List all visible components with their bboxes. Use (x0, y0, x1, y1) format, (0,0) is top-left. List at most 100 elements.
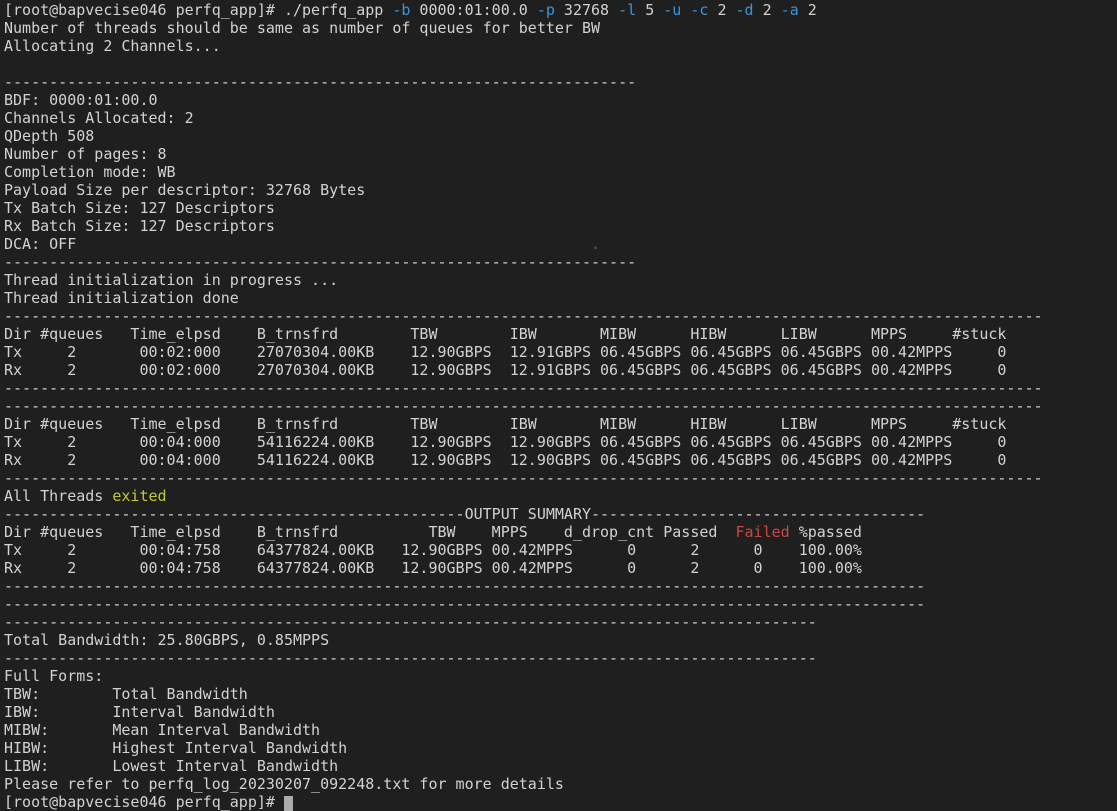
terminal-text: [root@bapvecise046 perfq_app]# (4, 793, 284, 811)
terminal-line: ----------------------------------------… (4, 595, 1043, 613)
terminal-line: TBW: Total Bandwidth (4, 685, 1043, 703)
terminal-text: ----------------------------------------… (4, 253, 637, 271)
terminal-text: Number of threads should be same as numb… (4, 19, 601, 37)
terminal-text: Channels Allocated: 2 (4, 109, 194, 127)
terminal-text: All Threads (4, 487, 113, 505)
terminal-text: Thread initialization in progress ... (4, 271, 339, 289)
terminal-line: LIBW: Lowest Interval Bandwidth (4, 757, 1043, 775)
stray-dot: . (591, 235, 601, 253)
terminal-line: ----------------------------------------… (4, 613, 1043, 631)
terminal-line: Tx 2 00:04:758 64377824.00KB 12.90GBPS 0… (4, 541, 1043, 559)
terminal-text: ----------------------------------------… (4, 649, 817, 667)
terminal-line: ----------------------------------------… (4, 73, 1043, 91)
terminal-text: Tx 2 00:04:758 64377824.00KB 12.90GBPS 0… (4, 541, 862, 559)
command-flag: -a (780, 1, 799, 19)
terminal-text: BDF: 0000:01:00.0 (4, 91, 158, 109)
terminal-text: Allocating 2 Channels... (4, 37, 221, 55)
terminal-line: ----------------------------------------… (4, 649, 1043, 667)
terminal-text: 2 (798, 1, 817, 19)
terminal-text: Rx Batch Size: 127 Descriptors (4, 217, 275, 235)
terminal-text: ----------------------------------------… (4, 469, 1043, 487)
terminal-text: Rx 2 00:04:758 64377824.00KB 12.90GBPS 0… (4, 559, 862, 577)
terminal-text: ----------------------------------------… (4, 577, 926, 595)
terminal-line: Tx 2 00:04:000 54116224.00KB 12.90GBPS 1… (4, 433, 1043, 451)
failed-column-header: Failed (735, 523, 790, 541)
terminal-line: ----------------------------------------… (4, 253, 1043, 271)
terminal-text: Please refer to perfq_log_20230207_09224… (4, 775, 564, 793)
terminal-text: QDepth 508 (4, 127, 95, 145)
terminal-line: DCA: OFF . (4, 235, 1043, 253)
terminal-line: Rx Batch Size: 127 Descriptors (4, 217, 1043, 235)
terminal-text: Payload Size per descriptor: 32768 Bytes (4, 181, 366, 199)
terminal-text: HIBW: Highest Interval Bandwidth (4, 739, 348, 757)
terminal-line: IBW: Interval Bandwidth (4, 703, 1043, 721)
terminal-text: 2 (753, 1, 781, 19)
terminal-line: Rx 2 00:04:000 54116224.00KB 12.90GBPS 1… (4, 451, 1043, 469)
terminal-text: ----------------------------------------… (4, 613, 817, 631)
terminal-line: ----------------------------------------… (4, 307, 1043, 325)
terminal-line: Thread initialization in progress ... (4, 271, 1043, 289)
terminal-line: Total Bandwidth: 25.80GBPS, 0.85MPPS (4, 631, 1043, 649)
terminal-text: TBW: Total Bandwidth (4, 685, 248, 703)
terminal-line: Full Forms: (4, 667, 1043, 685)
terminal-text: ----------------------------------------… (4, 379, 1043, 397)
terminal-text: ----------------------------------------… (4, 307, 1043, 325)
terminal-line: ----------------------------------------… (4, 379, 1043, 397)
terminal-line: Completion mode: WB (4, 163, 1043, 181)
command-flag: -c (690, 1, 709, 19)
terminal-text: MIBW: Mean Interval Bandwidth (4, 721, 321, 739)
terminal-text: ----------------------------------------… (4, 397, 1043, 415)
terminal-text: Number of pages: 8 (4, 145, 167, 163)
terminal-line: All Threads exited (4, 487, 1043, 505)
command-flag: -p (536, 1, 555, 19)
command-flag: -l (618, 1, 637, 19)
terminal-text: Rx 2 00:04:000 54116224.00KB 12.90GBPS 1… (4, 451, 1007, 469)
terminal-text: Tx Batch Size: 127 Descriptors (4, 199, 275, 217)
terminal-line: [root@bapvecise046 perfq_app]# (4, 793, 1043, 811)
terminal-line: MIBW: Mean Interval Bandwidth (4, 721, 1043, 739)
terminal-output: [root@bapvecise046 perfq_app]# ./perfq_a… (4, 1, 1043, 811)
terminal-screen[interactable]: [root@bapvecise046 perfq_app]# ./perfq_a… (0, 0, 1117, 811)
terminal-text: 2 (708, 1, 736, 19)
terminal-text: Full Forms: (4, 667, 104, 685)
terminal-text: %passed (789, 523, 862, 541)
terminal-line: Dir #queues Time_elpsd B_trnsfrd TBW IBW… (4, 415, 1043, 433)
terminal-line: Allocating 2 Channels... (4, 37, 1043, 55)
terminal-line: QDepth 508 (4, 127, 1043, 145)
terminal-text: ----------------------------------------… (4, 595, 926, 613)
terminal-text: Dir #queues Time_elpsd B_trnsfrd TBW MPP… (4, 523, 736, 541)
terminal-line: ----------------------------------------… (4, 577, 1043, 595)
terminal-line: Dir #queues Time_elpsd B_trnsfrd TBW IBW… (4, 325, 1043, 343)
shell-prompt-and-command: [root@bapvecise046 perfq_app]# ./perfq_a… (4, 1, 393, 19)
terminal-line: Tx Batch Size: 127 Descriptors (4, 199, 1043, 217)
terminal-line: Dir #queues Time_elpsd B_trnsfrd TBW MPP… (4, 523, 1043, 541)
terminal-text: Total Bandwidth: 25.80GBPS, 0.85MPPS (4, 631, 330, 649)
command-flag: -b (392, 1, 411, 19)
terminal-text: Dir #queues Time_elpsd B_trnsfrd TBW IBW… (4, 415, 1007, 433)
terminal-line: Thread initialization done (4, 289, 1043, 307)
terminal-text: 32768 (554, 1, 619, 19)
terminal-line: Rx 2 00:02:000 27070304.00KB 12.90GBPS 1… (4, 361, 1043, 379)
terminal-text: Thread initialization done (4, 289, 239, 307)
terminal-line: Number of threads should be same as numb… (4, 19, 1043, 37)
terminal-line: [root@bapvecise046 perfq_app]# ./perfq_a… (4, 1, 1043, 19)
terminal-text: ----------------------------------------… (4, 505, 926, 523)
terminal-text: ----------------------------------------… (4, 73, 637, 91)
terminal-text: Tx 2 00:04:000 54116224.00KB 12.90GBPS 1… (4, 433, 1007, 451)
terminal-line: ----------------------------------------… (4, 469, 1043, 487)
terminal-text: LIBW: Lowest Interval Bandwidth (4, 757, 339, 775)
terminal-line: Tx 2 00:02:000 27070304.00KB 12.90GBPS 1… (4, 343, 1043, 361)
terminal-text: 0000:01:00.0 (410, 1, 537, 19)
command-flag: -d (735, 1, 754, 19)
terminal-line: Please refer to perfq_log_20230207_09224… (4, 775, 1043, 793)
terminal-text: 5 (636, 1, 664, 19)
cursor (283, 796, 293, 811)
terminal-line: Rx 2 00:04:758 64377824.00KB 12.90GBPS 0… (4, 559, 1043, 577)
terminal-text: Tx 2 00:02:000 27070304.00KB 12.90GBPS 1… (4, 343, 1007, 361)
terminal-text: Dir #queues Time_elpsd B_trnsfrd TBW IBW… (4, 325, 1007, 343)
terminal-line: HIBW: Highest Interval Bandwidth (4, 739, 1043, 757)
terminal-text: Completion mode: WB (4, 163, 176, 181)
terminal-text: DCA: OFF (4, 235, 77, 253)
